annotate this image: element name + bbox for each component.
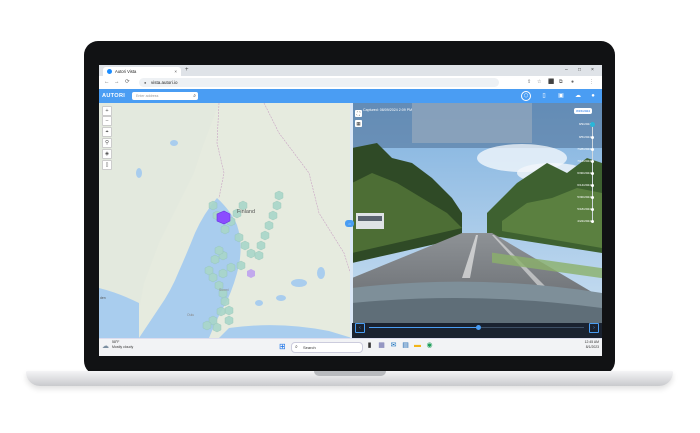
timeline-dot[interactable] — [591, 160, 594, 163]
file-explorer-icon[interactable]: ▬ — [413, 341, 422, 351]
captured-timestamp: Captured: 08/09/2024 2:09 PM — [363, 108, 413, 112]
forward-button[interactable]: → — [114, 76, 120, 89]
pin-icon[interactable]: ⚲ — [102, 138, 112, 148]
date-item-7[interactable]: 5/30/2024 — [577, 195, 591, 199]
weather-description: Mostly cloudy — [112, 344, 134, 349]
edge-browser-icon[interactable]: ◉ — [425, 341, 434, 351]
map-canvas[interactable] — [99, 103, 352, 338]
date-item-0[interactable]: 8/15/2024 — [574, 108, 592, 114]
cloud-upload-icon[interactable]: ☁ — [573, 91, 583, 101]
map-label-finland: Finland — [237, 209, 256, 215]
date-item-3[interactable]: 7/28/2024 — [577, 147, 591, 151]
date-item-5[interactable]: 6/30/2024 — [577, 171, 591, 175]
date-item-8[interactable]: 5/18/2024 — [577, 207, 591, 211]
address-bar[interactable]: ● vista.autori.io — [139, 78, 499, 87]
laptop-base-notch — [314, 371, 386, 376]
weather-widget[interactable]: 58°F Mostly cloudy — [112, 340, 133, 349]
locate-icon[interactable]: ⌖ — [102, 127, 112, 137]
map-label-region: Suomi — [219, 288, 229, 292]
briefcase-icon[interactable]: ▣ — [556, 91, 566, 101]
hexagon-layer-icon[interactable]: ⬡ — [521, 91, 531, 101]
weather-cloud-icon[interactable]: ☁ — [102, 342, 109, 350]
laptop-screen: Autori Vista × + – □ × ← → ⟳ ● vista.aut… — [99, 65, 602, 356]
teams-icon[interactable]: ▦ — [377, 341, 386, 351]
map-panel[interactable]: Finland den Oulu Suomi + − ⌖ ⚲ ◈ ▯ — [99, 103, 352, 338]
url-text: vista.autori.io — [151, 80, 178, 85]
date-item-9[interactable]: 4/22/2024 — [577, 219, 591, 223]
date-item-6[interactable]: 6/14/2024 — [577, 183, 591, 187]
minimize-button[interactable]: – — [565, 65, 568, 75]
tab-search-icon[interactable]: ⧉ — [559, 76, 563, 89]
browser-tab[interactable]: Autori Vista × — [103, 67, 181, 76]
timeline-dot[interactable] — [591, 196, 594, 199]
fullscreen-icon[interactable]: ⛶ — [355, 110, 362, 117]
taskbar-search[interactable]: ⌕ Search — [291, 342, 363, 353]
word-icon[interactable]: ▤ — [401, 341, 410, 351]
back-button[interactable]: ← — [104, 76, 110, 89]
new-tab-button[interactable]: + — [185, 66, 189, 75]
street-image-panel[interactable] — [352, 103, 602, 338]
scrubber-thumb[interactable] — [476, 325, 481, 330]
close-window-button[interactable]: × — [591, 65, 594, 75]
split-handle[interactable]: ⇔ — [345, 220, 354, 227]
timeline-dot[interactable] — [591, 172, 594, 175]
favicon-icon — [107, 69, 112, 74]
windows-start-icon[interactable]: ⊞ — [279, 342, 286, 351]
date-item-2[interactable]: 8/5/2024 — [579, 135, 591, 139]
scrubber-progress — [369, 327, 479, 328]
bookmark-star-icon[interactable]: ☆ — [537, 76, 541, 89]
lock-icon: ● — [144, 80, 147, 85]
timeline-dot[interactable] — [591, 208, 594, 211]
app-logo[interactable]: AUTORI — [102, 89, 125, 103]
taskbar-search-label: Search — [303, 345, 316, 350]
browser-menu-icon[interactable]: ⋮ — [589, 76, 594, 89]
profile-avatar-icon[interactable]: ● — [571, 76, 574, 89]
map-label-sweden: den — [100, 296, 106, 300]
clock-date: 8/1/2023 — [585, 344, 599, 349]
zoom-in-button[interactable]: + — [102, 106, 112, 116]
grid-icon[interactable]: ▦ — [355, 120, 362, 127]
split-view-icon[interactable]: ▯ — [102, 160, 112, 170]
tab-close-icon[interactable]: × — [174, 67, 177, 76]
next-frame-button[interactable]: › — [589, 323, 599, 333]
search-icon[interactable]: ⌕ — [193, 92, 196, 100]
extension-icon[interactable]: ⬛ — [548, 76, 554, 89]
share-icon[interactable]: ⇪ — [527, 76, 531, 89]
document-icon[interactable]: ▯ — [539, 91, 549, 101]
task-view-icon[interactable]: ▮ — [365, 341, 374, 351]
previous-frame-button[interactable]: ‹ — [355, 323, 365, 333]
layers-icon[interactable]: ◈ — [102, 149, 112, 159]
zoom-out-button[interactable]: − — [102, 116, 112, 126]
search-icon: ⌕ — [295, 344, 298, 350]
user-avatar-icon[interactable]: ● — [588, 91, 598, 101]
timeline-dot[interactable] — [591, 184, 594, 187]
search-placeholder: Enter address — [136, 94, 159, 98]
map-label-city: Oulu — [187, 313, 195, 317]
system-clock[interactable]: 12:45 AM 8/1/2023 — [571, 340, 599, 349]
timeline-dot[interactable] — [591, 220, 594, 223]
timeline-dot-active[interactable] — [590, 122, 595, 127]
timeline-dot[interactable] — [591, 136, 594, 139]
date-item-4[interactable]: 7/12/2024 — [577, 159, 591, 163]
tab-title: Autori Vista — [115, 69, 137, 74]
reload-button[interactable]: ⟳ — [125, 76, 130, 89]
outlook-icon[interactable]: ✉ — [389, 341, 398, 351]
timeline-dot[interactable] — [591, 148, 594, 151]
maximize-button[interactable]: □ — [578, 65, 581, 75]
street-image — [352, 103, 602, 338]
address-search-input[interactable]: Enter address ⌕ — [132, 92, 198, 100]
